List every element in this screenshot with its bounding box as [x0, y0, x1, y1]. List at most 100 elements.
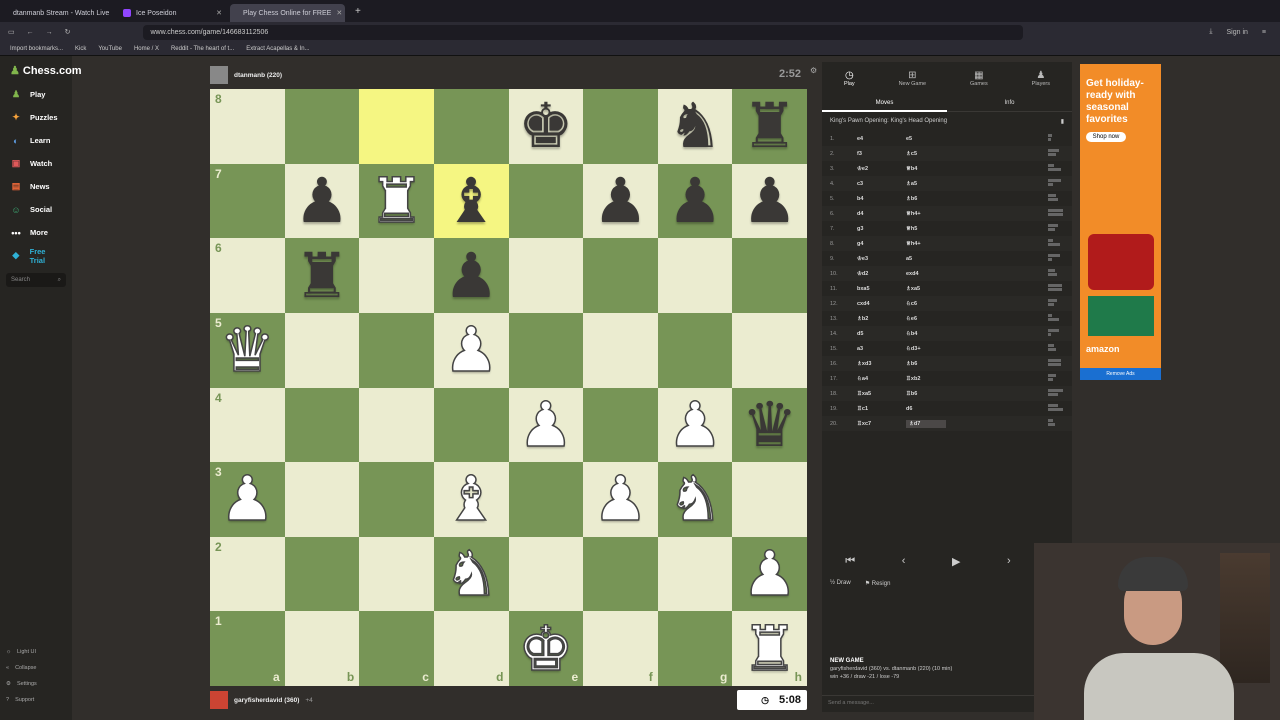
sidebar-item-watch[interactable]: ▣ Watch: [0, 152, 72, 175]
black-move[interactable]: ♗a5: [906, 181, 946, 187]
square-d2[interactable]: ♞: [433, 536, 509, 612]
white-pawn-piece[interactable]: ♟: [443, 318, 500, 382]
download-icon[interactable]: ⤓: [1209, 28, 1212, 36]
chess-board[interactable]: 8 ♚ ♞ ♜ 7 ♟ ♜ ♝ ♟ ♟ ♟ 6 ♜ ♟ 5 ♛ ♟ 4 ♟ ♟ ♛ 3 ♟ ♝ ♟ ♞ 2 ♞ ♟ 1 a b c d e ♚ f g h ♜: [210, 89, 807, 686]
square-g7[interactable]: ♟: [657, 163, 733, 239]
sidebar-toggle-icon[interactable]: ▭: [8, 28, 15, 36]
black-move[interactable]: ♗b6: [906, 361, 946, 367]
square-f4[interactable]: [583, 387, 658, 463]
square-c2[interactable]: [359, 536, 434, 612]
black-king-piece[interactable]: ♚: [518, 95, 574, 157]
reload-icon[interactable]: ↻: [65, 28, 71, 36]
black-pawn-piece[interactable]: ♟: [593, 169, 649, 232]
square-h4[interactable]: ♛: [732, 387, 807, 463]
black-pawn-piece[interactable]: ♟: [667, 169, 723, 232]
black-move[interactable]: ♗d7: [906, 419, 946, 428]
menu-icon[interactable]: ≡: [1262, 29, 1266, 36]
black-move[interactable]: ♗c5: [906, 151, 946, 157]
square-g2[interactable]: [657, 536, 733, 612]
white-move[interactable]: g3: [857, 226, 906, 232]
square-d3[interactable]: ♝: [433, 462, 509, 537]
top-player[interactable]: dtanmanb (220): [210, 65, 282, 85]
back-icon[interactable]: ←: [27, 29, 34, 36]
square-a5[interactable]: 5 ♛: [210, 312, 285, 388]
white-knight-piece[interactable]: ♞: [443, 542, 500, 606]
search-input[interactable]: Search ⌕: [6, 273, 66, 287]
square-f8[interactable]: [583, 89, 658, 164]
black-move[interactable]: ♖xb2: [906, 376, 946, 382]
square-c8[interactable]: [359, 89, 434, 164]
first-move-icon[interactable]: ⏮: [845, 555, 855, 568]
white-move[interactable]: g4: [857, 241, 906, 247]
black-rook-piece[interactable]: ♜: [294, 244, 350, 307]
square-c3[interactable]: [359, 462, 434, 537]
previous-move-icon[interactable]: ‹: [902, 555, 906, 567]
square-a2[interactable]: 2: [210, 536, 285, 612]
black-move[interactable]: ♘c6: [906, 301, 946, 307]
square-d1[interactable]: d: [433, 611, 509, 686]
white-move[interactable]: ♘a4: [857, 376, 906, 382]
tab-info[interactable]: Info: [947, 94, 1072, 112]
white-move[interactable]: b4: [857, 196, 906, 202]
sidebar-item-learn[interactable]: ◐ Learn: [0, 129, 72, 152]
square-g3[interactable]: ♞: [657, 462, 733, 537]
browser-tab[interactable]: Ice Poseidon ✕: [115, 4, 230, 22]
black-move[interactable]: ♕h4+: [906, 211, 946, 217]
tab-play[interactable]: ◷ Play: [844, 70, 855, 87]
white-queen-piece[interactable]: ♛: [219, 318, 276, 382]
resign-button[interactable]: ⚑ Resign: [865, 580, 891, 587]
square-h6[interactable]: [732, 238, 807, 313]
white-move[interactable]: ♗xd3: [857, 361, 906, 367]
square-a7[interactable]: 7: [210, 163, 285, 239]
white-move[interactable]: ♖xc7: [857, 421, 906, 427]
square-e1[interactable]: e ♚: [508, 611, 584, 686]
advertisement[interactable]: Get holiday-ready with seasonal favorite…: [1080, 64, 1161, 380]
sidebar-item-news[interactable]: ▤ News: [0, 175, 72, 198]
browser-tab-active[interactable]: Play Chess Online for FREE ✕: [230, 4, 345, 22]
square-h7[interactable]: ♟: [732, 163, 807, 239]
black-move[interactable]: ♖b6: [906, 391, 946, 397]
white-move[interactable]: cxd4: [857, 301, 906, 307]
square-c5[interactable]: [359, 312, 434, 388]
bookmark-item[interactable]: Kick: [75, 46, 86, 52]
url-bar[interactable]: www.chess.com/game/146683112506: [142, 24, 1023, 40]
black-rook-piece[interactable]: ♜: [742, 95, 798, 157]
square-d8[interactable]: [433, 89, 509, 164]
sign-in-button[interactable]: Sign in: [1227, 29, 1248, 36]
black-move[interactable]: exd4: [906, 271, 946, 277]
white-move[interactable]: ♔d2: [857, 271, 906, 277]
square-c1[interactable]: c: [359, 611, 434, 686]
sidebar-item-social[interactable]: ☺ Social: [0, 198, 72, 221]
white-pawn-piece[interactable]: ♟: [219, 467, 276, 531]
square-f1[interactable]: f: [583, 611, 658, 686]
black-pawn-piece[interactable]: ♟: [443, 244, 499, 307]
square-a4[interactable]: 4: [210, 387, 285, 463]
white-bishop-piece[interactable]: ♝: [443, 467, 500, 531]
white-move[interactable]: bxa5: [857, 286, 906, 292]
square-g6[interactable]: [657, 238, 733, 313]
black-pawn-piece[interactable]: ♟: [294, 169, 350, 232]
collapse-button[interactable]: «Collapse: [6, 660, 37, 676]
white-move[interactable]: ♖c1: [857, 406, 906, 412]
square-e2[interactable]: [508, 536, 584, 612]
square-g8[interactable]: ♞: [657, 89, 733, 164]
square-g1[interactable]: g: [657, 611, 733, 686]
white-move[interactable]: ♔e2: [857, 166, 906, 172]
white-pawn-piece[interactable]: ♟: [741, 542, 798, 606]
white-move[interactable]: ♖xa5: [857, 391, 906, 397]
support-button[interactable]: ? Support: [6, 692, 37, 708]
bookmark-item[interactable]: Reddit - The heart of t...: [171, 46, 234, 52]
white-pawn-piece[interactable]: ♟: [592, 467, 649, 531]
bookmark-item[interactable]: YouTube: [98, 46, 122, 52]
black-move[interactable]: e5: [906, 136, 946, 142]
white-move[interactable]: d4: [857, 211, 906, 217]
gear-icon[interactable]: ⚙: [810, 66, 817, 75]
tab-new-game[interactable]: ⊞ New Game: [899, 70, 927, 87]
forward-icon[interactable]: →: [46, 29, 53, 36]
bottom-player[interactable]: garyfisherdavid (360) +4: [210, 690, 313, 710]
square-b2[interactable]: [284, 536, 360, 612]
square-d6[interactable]: ♟: [433, 238, 509, 313]
white-move[interactable]: f3: [857, 151, 906, 157]
white-move[interactable]: d5: [857, 331, 906, 337]
black-move[interactable]: ♗b6: [906, 196, 946, 202]
